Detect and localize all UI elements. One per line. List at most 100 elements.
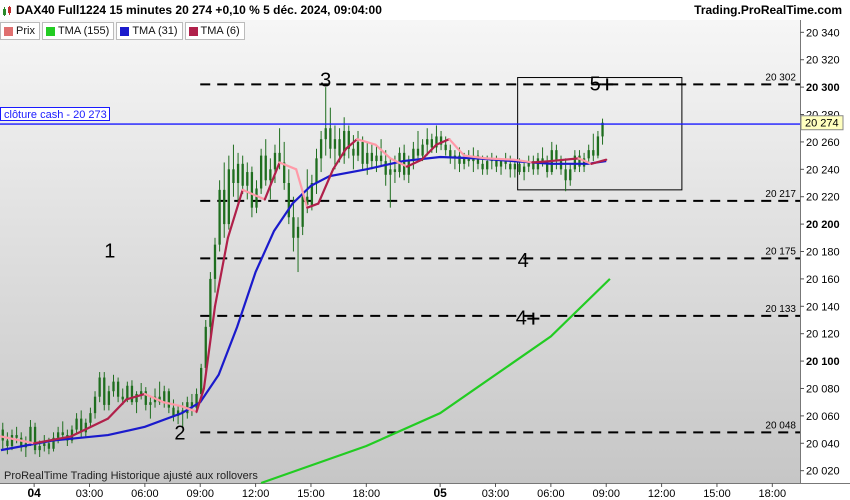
- legend-item-prix[interactable]: Prix: [0, 22, 40, 40]
- legend-item-tma155[interactable]: TMA (155): [41, 22, 115, 40]
- candle-body: [384, 161, 387, 175]
- legend-swatch: [45, 26, 55, 36]
- y-tick-label: 20 060: [806, 411, 840, 423]
- y-tick-label: 20 200: [806, 219, 840, 231]
- legend-swatch: [120, 26, 130, 36]
- candle-body: [61, 432, 64, 436]
- candle-body: [393, 169, 397, 173]
- candle-body: [227, 169, 230, 225]
- x-tick-label: 09:00: [186, 488, 214, 500]
- candle-body: [518, 163, 521, 173]
- candle-body: [356, 141, 360, 156]
- candle-body: [366, 152, 369, 164]
- candle-body: [522, 166, 526, 173]
- candle-body: [121, 396, 124, 400]
- tma6-segment: [531, 159, 552, 164]
- candle-body: [1, 429, 4, 441]
- candle-body: [15, 435, 18, 438]
- candle-body: [370, 152, 374, 162]
- candle-body: [296, 226, 300, 238]
- candle-body: [264, 155, 267, 181]
- candle-body: [149, 402, 152, 405]
- candle-body: [430, 139, 433, 148]
- x-tick-label: 06:00: [131, 488, 159, 500]
- price-chart[interactable]: 20 020 20 040 20 060 20 080 20 100 20 120 20 1…: [0, 0, 850, 500]
- level-label: 20 175: [765, 246, 796, 257]
- candle-body: [89, 413, 92, 423]
- x-tick-label: 18:00: [353, 488, 381, 500]
- candles-logo-icon: [2, 4, 13, 16]
- candle-body: [407, 161, 410, 175]
- x-tick-label: 03:00: [76, 488, 104, 500]
- y-tick-label: 20 100: [806, 356, 840, 368]
- candle-body: [130, 385, 134, 403]
- legend-label: Prix: [16, 25, 35, 37]
- candle-body: [361, 141, 364, 164]
- candle-body: [116, 381, 120, 397]
- candle-body: [6, 440, 9, 447]
- legend-item-tma6[interactable]: TMA (6): [184, 22, 245, 40]
- candle-body: [421, 144, 424, 156]
- candle-body: [462, 158, 466, 164]
- candle-body: [352, 148, 355, 156]
- candle-body: [29, 426, 32, 444]
- last-price-label: 20 274: [805, 118, 839, 130]
- x-tick-label: 12:00: [648, 488, 676, 500]
- candle-body: [223, 189, 226, 225]
- candle-body: [416, 148, 420, 156]
- candle-body: [375, 155, 378, 162]
- candle-body: [10, 435, 14, 447]
- y-tick-label: 20 020: [806, 466, 840, 478]
- candle-body: [592, 150, 595, 156]
- annotation-label: 3: [320, 69, 331, 91]
- brand-label: Trading.ProRealTime.com: [694, 3, 842, 17]
- candle-body: [329, 128, 332, 149]
- candle-body: [324, 128, 327, 140]
- annotation-label: 1: [104, 241, 115, 263]
- y-tick-label: 20 260: [806, 137, 840, 149]
- legend-item-tma31[interactable]: TMA (31): [116, 22, 183, 40]
- level-label: 20 048: [765, 420, 796, 431]
- candle-body: [56, 432, 60, 438]
- y-tick-label: 20 320: [806, 55, 840, 67]
- candle-body: [269, 169, 272, 181]
- x-tick-label: 05: [433, 486, 447, 500]
- candle-body: [232, 169, 235, 184]
- x-tick-label: 18:00: [759, 488, 787, 500]
- level-label: 20 133: [765, 304, 796, 315]
- candle-body: [112, 381, 115, 392]
- y-tick-label: 20 140: [806, 301, 840, 313]
- legend: Prix TMA (155) TMA (31) TMA (6): [0, 22, 245, 40]
- candle-body: [513, 163, 517, 170]
- candle-body: [241, 163, 244, 186]
- annotation-label: 5: [590, 73, 601, 95]
- chart-window: 20 020 20 040 20 060 20 080 20 100 20 120 20 1…: [0, 0, 850, 500]
- footer-note: ProRealTime Trading Historique ajusté au…: [4, 470, 258, 482]
- x-tick-label: 15:00: [703, 488, 731, 500]
- legend-swatch: [188, 26, 198, 36]
- candle-body: [213, 244, 217, 279]
- annotation-label: 4: [518, 250, 529, 272]
- candle-body: [481, 163, 484, 170]
- candle-body: [338, 139, 341, 156]
- candle-body: [559, 161, 563, 170]
- x-tick-label: 09:00: [592, 488, 620, 500]
- candle-body: [200, 367, 203, 394]
- candle-body: [236, 163, 240, 184]
- candle-body: [564, 169, 567, 181]
- legend-swatch: [4, 26, 13, 36]
- candle-body: [509, 163, 512, 170]
- candle-body: [278, 152, 281, 163]
- x-tick-label: 03:00: [482, 488, 510, 500]
- y-tick-label: 20 340: [806, 27, 840, 39]
- y-tick-label: 20 160: [806, 274, 840, 286]
- x-tick-label: 15:00: [297, 488, 325, 500]
- candle-body: [292, 217, 295, 238]
- legend-label: TMA (6): [200, 25, 240, 37]
- cash-close-label: clôture cash - 20 273: [0, 107, 110, 121]
- x-tick-label: 06:00: [537, 488, 565, 500]
- candle-body: [596, 136, 600, 156]
- candle-body: [167, 391, 171, 408]
- candle-body: [255, 188, 258, 208]
- candle-body: [107, 391, 111, 405]
